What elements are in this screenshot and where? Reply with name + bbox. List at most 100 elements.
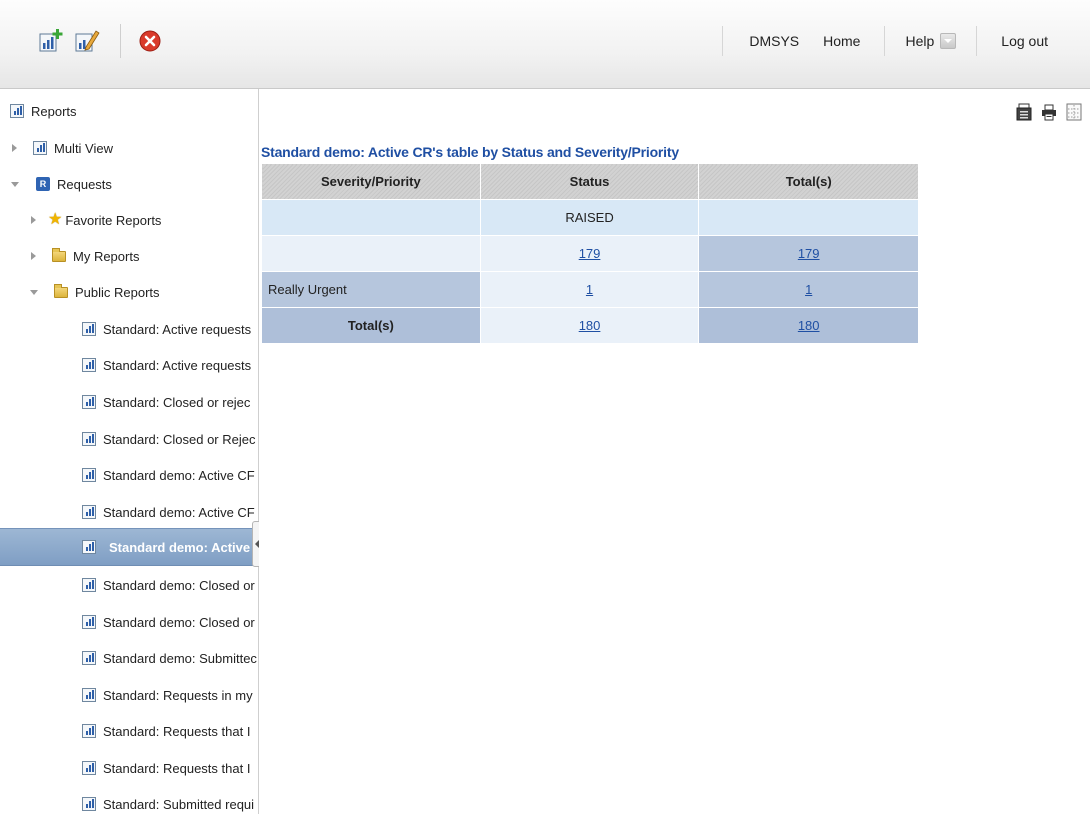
total-link[interactable]: 1 [805,282,812,297]
export-icon[interactable] [1016,103,1032,121]
requests-icon: R [36,177,50,191]
tree-root-reports[interactable]: Reports [0,93,258,129]
count-cell: 1 [479,271,700,308]
tree-label: Standard: Requests that I [103,760,251,776]
table-row-status: RAISED [261,199,919,236]
tree-item-multi-view[interactable]: Multi View [0,130,258,166]
tree-report-item[interactable]: Standard: Closed or Rejec [0,421,258,457]
tree-label: Standard: Active requests [103,321,252,337]
tree-label: Standard: Requests that I [103,723,251,739]
report-tree: Reports Multi View R Requests ★ Favorite… [0,89,259,814]
table-row-totals: Total(s) 180 180 [261,307,919,344]
total-cell: 179 [698,235,919,272]
totals-label-cell: Total(s) [261,307,481,344]
tree-label: Standard: Active requests [103,357,252,373]
report-icon [82,578,96,592]
severity-cell [261,235,481,272]
report-icon [82,395,96,409]
toolbar-actions [38,24,173,58]
chevron-down-icon[interactable] [940,33,957,49]
logout-link[interactable]: Log out [976,26,1090,56]
report-title: Standard demo: Active CR's table by Stat… [261,144,679,160]
collapse-icon[interactable] [11,181,19,187]
total-link[interactable]: 179 [798,246,820,261]
tree-report-item[interactable]: Standard demo: Submittec [0,640,258,676]
print-icon[interactable] [1041,103,1057,121]
folder-icon [52,247,66,262]
tree-item-public-reports[interactable]: Public Reports [0,274,258,310]
tree-label: Favorite Reports [65,212,162,228]
status-value-cell: RAISED [479,199,700,236]
expand-icon[interactable] [31,252,36,260]
user-link[interactable]: DMSYS [722,26,815,56]
help-label: Help [905,33,935,49]
tree-label: My Reports [73,248,140,264]
delete-icon[interactable] [137,28,163,54]
help-menu[interactable]: Help [884,26,976,56]
table-cell [261,199,481,236]
tree-report-item[interactable]: Standard demo: Closed or [0,604,258,640]
report-icon [82,615,96,629]
tree-item-favorite-reports[interactable]: ★ Favorite Reports [0,202,258,238]
report-icon [82,651,96,665]
tree-label: Standard demo: Active [109,539,251,555]
tree-report-item[interactable]: Standard: Active requests [0,311,258,347]
tree-report-item[interactable]: Standard demo: Closed or [0,567,258,603]
table-row: 179 179 [261,235,919,272]
top-toolbar: DMSYS Home Help Log out [0,0,1090,89]
report-icon [10,104,24,118]
tree-report-item[interactable]: Standard: Submitted requi [0,786,258,814]
count-link[interactable]: 180 [579,318,601,333]
tree-report-item[interactable]: Standard demo: Active CF [0,494,258,530]
star-icon: ★ [48,211,63,228]
severity-cell: Really Urgent [261,271,481,308]
report-tools [1007,103,1082,121]
tree-report-item[interactable]: Standard demo: Active CF [0,457,258,493]
expand-icon[interactable] [31,216,36,224]
total-link[interactable]: 180 [798,318,820,333]
tree-label: Standard: Submitted requi [103,796,255,812]
home-link[interactable]: Home [815,26,884,56]
tree-report-item[interactable]: Standard: Requests that I [0,750,258,786]
toolbar-separator [120,24,121,58]
total-cell: 1 [698,271,919,308]
count-link[interactable]: 179 [579,246,601,261]
tree-item-my-reports[interactable]: My Reports [0,238,258,274]
report-icon [82,540,96,554]
tree-label: Standard: Closed or rejec [103,394,251,410]
report-icon [33,141,47,155]
edit-report-icon[interactable] [74,28,100,54]
column-header-status: Status [479,163,700,200]
report-panel: Standard demo: Active CR's table by Stat… [259,89,1090,814]
count-cell: 180 [479,307,700,344]
tree-label: Standard demo: Closed or [103,614,255,630]
tree-label: Standard demo: Active CF [103,504,255,520]
new-report-icon[interactable] [38,28,64,54]
tree-label: Public Reports [75,284,160,300]
tree-report-item[interactable]: Standard: Active requests [0,347,258,383]
tree-report-item[interactable]: Standard: Closed or rejec [0,384,258,420]
tree-report-item-selected[interactable]: Standard demo: Active [0,528,258,566]
tree-label: Standard demo: Closed or [103,577,255,593]
report-icon [82,468,96,482]
folder-icon [54,283,68,298]
table-row: Really Urgent 1 1 [261,271,919,308]
tree-label: Standard: Requests in my [103,687,253,703]
report-table: Severity/Priority Status Total(s) RAISED… [261,163,919,344]
tree-label: Requests [57,176,112,192]
tree-label: Multi View [54,140,114,156]
table-cell [698,199,919,236]
tree-item-requests[interactable]: R Requests [0,166,258,202]
collapse-icon[interactable] [30,289,38,295]
count-link[interactable]: 1 [586,282,593,297]
column-header-severity: Severity/Priority [261,163,481,200]
tree-label: Standard demo: Active CF [103,467,255,483]
report-icon [82,358,96,372]
tree-report-item[interactable]: Standard: Requests in my [0,677,258,713]
expand-icon[interactable] [12,144,17,152]
report-icon [82,432,96,446]
layout-icon[interactable] [1066,103,1082,121]
report-icon [82,761,96,775]
report-icon [82,322,96,336]
tree-report-item[interactable]: Standard: Requests that I [0,713,258,749]
